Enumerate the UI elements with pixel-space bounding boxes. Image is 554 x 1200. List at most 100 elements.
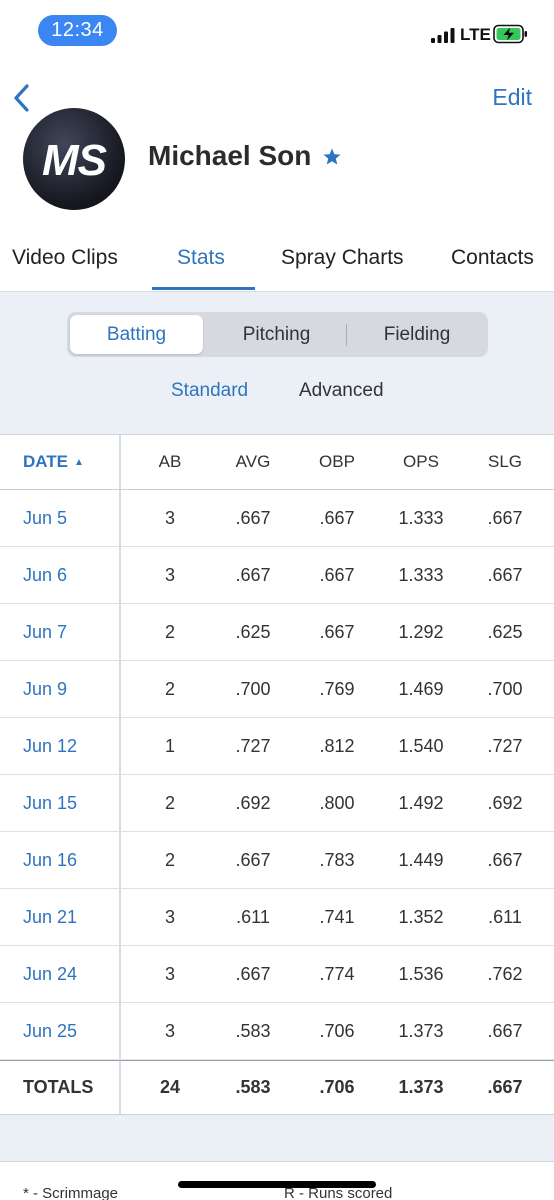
avatar: MS bbox=[23, 108, 125, 210]
row-date-link[interactable]: Jun 5 bbox=[23, 490, 67, 546]
signal-bars-icon bbox=[431, 28, 455, 43]
header-date-label: DATE bbox=[23, 452, 69, 471]
table-row[interactable]: Jun 7 2 .625 .667 1.292 .625 bbox=[0, 604, 554, 661]
row-ops: 1.333 bbox=[398, 564, 444, 585]
home-indicator[interactable] bbox=[178, 1181, 376, 1188]
row-obp: .783 bbox=[319, 849, 355, 870]
segment-batting[interactable]: Batting bbox=[70, 315, 203, 354]
row-date-link[interactable]: Jun 21 bbox=[23, 889, 77, 945]
edit-button[interactable]: Edit bbox=[492, 84, 532, 111]
table-row[interactable]: Jun 16 2 .667 .783 1.449 .667 bbox=[0, 832, 554, 889]
row-obp: .812 bbox=[319, 735, 355, 756]
row-ops: 1.540 bbox=[398, 735, 444, 756]
status-bar: 12:34 LTE bbox=[0, 0, 554, 64]
row-obp: .667 bbox=[319, 564, 355, 585]
row-ops: 1.333 bbox=[398, 507, 444, 528]
row-ops: 1.292 bbox=[398, 621, 444, 642]
row-avg: .583 bbox=[235, 1020, 271, 1041]
row-date-link[interactable]: Jun 6 bbox=[23, 547, 67, 603]
totals-ops: 1.373 bbox=[398, 1077, 444, 1097]
row-obp: .769 bbox=[319, 678, 355, 699]
header-ab[interactable]: AB bbox=[130, 435, 210, 489]
row-date-link[interactable]: Jun 7 bbox=[23, 604, 67, 660]
row-avg: .700 bbox=[235, 678, 271, 699]
totals-slg: .667 bbox=[487, 1077, 523, 1097]
stats-table: DATE ▲ AB AVG OBP OPS SLG Jun 5 3 .667 .667… bbox=[0, 434, 554, 1117]
segment-fielding[interactable]: Fielding bbox=[348, 315, 486, 354]
row-ab: 2 bbox=[164, 792, 175, 813]
totals-label: TOTALS bbox=[23, 1077, 94, 1097]
header-avg[interactable]: AVG bbox=[213, 435, 293, 489]
row-date-link[interactable]: Jun 9 bbox=[23, 661, 67, 717]
row-obp: .667 bbox=[319, 507, 355, 528]
tab-underline bbox=[152, 287, 255, 290]
row-avg: .667 bbox=[235, 507, 271, 528]
avatar-initials: MS bbox=[42, 136, 107, 185]
row-avg: .667 bbox=[235, 849, 271, 870]
row-date-link[interactable]: Jun 16 bbox=[23, 832, 77, 888]
table-row[interactable]: Jun 5 3 .667 .667 1.333 .667 bbox=[0, 490, 554, 547]
tab-spray-charts[interactable]: Spray Charts bbox=[281, 246, 404, 270]
row-avg: .667 bbox=[235, 564, 271, 585]
row-ops: 1.536 bbox=[398, 963, 444, 984]
row-ops: 1.449 bbox=[398, 849, 444, 870]
row-ab: 3 bbox=[164, 507, 175, 528]
tab-video-clips[interactable]: Video Clips bbox=[12, 246, 118, 270]
totals-row: TOTALS 24 .583 .706 1.373 .667 bbox=[0, 1060, 554, 1115]
table-row[interactable]: Jun 12 1 .727 .812 1.540 .727 bbox=[0, 718, 554, 775]
table-row[interactable]: Jun 24 3 .667 .774 1.536 .762 bbox=[0, 946, 554, 1003]
row-slg: .667 bbox=[487, 564, 523, 585]
table-footer-spacer bbox=[0, 1115, 554, 1161]
row-obp: .706 bbox=[319, 1020, 355, 1041]
header-ops[interactable]: OPS bbox=[381, 435, 461, 489]
row-slg: .700 bbox=[487, 678, 523, 699]
row-ab: 3 bbox=[164, 1020, 175, 1041]
row-date-link[interactable]: Jun 12 bbox=[23, 718, 77, 774]
segment-pitching[interactable]: Pitching bbox=[207, 315, 346, 354]
row-obp: .774 bbox=[319, 963, 355, 984]
totals-avg: .583 bbox=[235, 1077, 271, 1097]
row-slg: .727 bbox=[487, 735, 523, 756]
star-icon[interactable] bbox=[322, 147, 342, 167]
row-slg: .667 bbox=[487, 507, 523, 528]
tab-stats[interactable]: Stats bbox=[177, 246, 225, 270]
row-avg: .667 bbox=[235, 963, 271, 984]
row-ops: 1.469 bbox=[398, 678, 444, 699]
totals-ab: 24 bbox=[159, 1077, 181, 1097]
table-row[interactable]: Jun 6 3 .667 .667 1.333 .667 bbox=[0, 547, 554, 604]
header-obp[interactable]: OBP bbox=[297, 435, 377, 489]
screen: 12:34 LTE Edit MS Michael Son Video Clip… bbox=[0, 0, 554, 1200]
row-ab: 2 bbox=[164, 849, 175, 870]
header-slg[interactable]: SLG bbox=[465, 435, 545, 489]
back-button[interactable] bbox=[8, 80, 40, 116]
subtab-standard[interactable]: Standard bbox=[171, 380, 248, 402]
row-avg: .611 bbox=[236, 906, 270, 927]
row-obp: .800 bbox=[319, 792, 355, 813]
row-avg: .692 bbox=[235, 792, 271, 813]
row-date-link[interactable]: Jun 24 bbox=[23, 946, 77, 1002]
table-body: Jun 5 3 .667 .667 1.333 .667 Jun 6 3 .667 .667 1.3… bbox=[0, 490, 554, 1060]
row-ab: 2 bbox=[164, 621, 175, 642]
table-row[interactable]: Jun 9 2 .700 .769 1.469 .700 bbox=[0, 661, 554, 718]
row-slg: .762 bbox=[487, 963, 523, 984]
sort-ascending-icon: ▲ bbox=[74, 456, 84, 468]
row-ab: 3 bbox=[164, 564, 175, 585]
row-ab: 3 bbox=[164, 963, 175, 984]
battery-charging-icon bbox=[493, 24, 527, 44]
row-date-link[interactable]: Jun 15 bbox=[23, 775, 77, 831]
row-slg: .692 bbox=[487, 792, 523, 813]
row-slg: .667 bbox=[487, 1020, 523, 1041]
status-time[interactable]: 12:34 bbox=[38, 15, 117, 46]
table-row[interactable]: Jun 21 3 .611 .741 1.352 .611 bbox=[0, 889, 554, 946]
profile-tabs: Video Clips Stats Spray Charts Contacts bbox=[0, 236, 554, 292]
network-type: LTE bbox=[460, 25, 491, 44]
row-date-link[interactable]: Jun 25 bbox=[23, 1003, 77, 1059]
row-ab: 3 bbox=[164, 906, 175, 927]
tab-contacts[interactable]: Contacts bbox=[451, 246, 534, 270]
subtab-advanced[interactable]: Advanced bbox=[299, 380, 384, 402]
table-row[interactable]: Jun 25 3 .583 .706 1.373 .667 bbox=[0, 1003, 554, 1060]
header-date[interactable]: DATE ▲ bbox=[23, 435, 84, 489]
table-row[interactable]: Jun 15 2 .692 .800 1.492 .692 bbox=[0, 775, 554, 832]
row-slg: .667 bbox=[487, 849, 523, 870]
table-header-row: DATE ▲ AB AVG OBP OPS SLG bbox=[0, 435, 554, 490]
